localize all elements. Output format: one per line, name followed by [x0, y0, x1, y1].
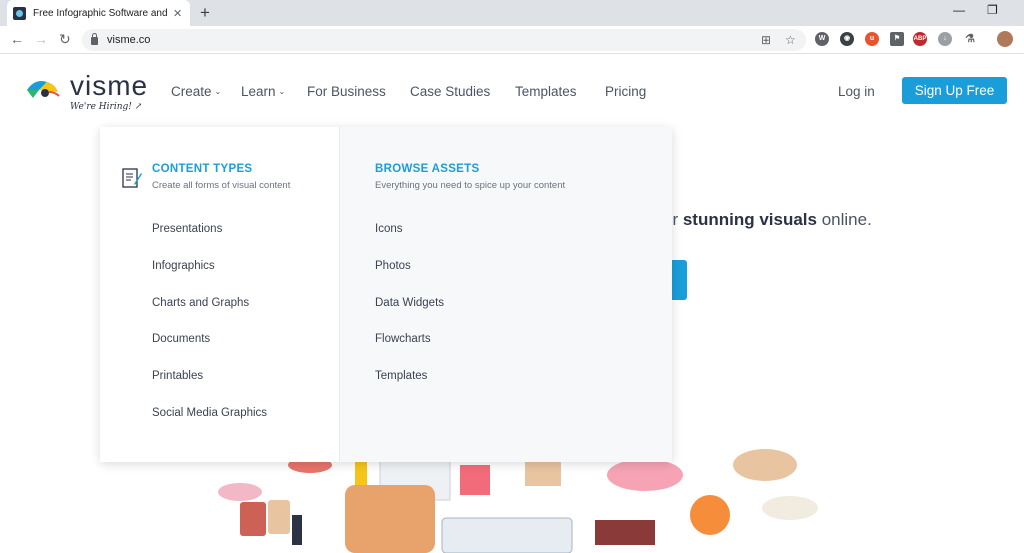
visme-logo-mark-icon [27, 81, 60, 98]
bookmark-star-icon[interactable]: ☆ [785, 33, 796, 47]
menu-item-templates[interactable]: Templates [375, 369, 444, 406]
menu-item-documents[interactable]: Documents [152, 332, 267, 369]
content-types-list: Presentations Infographics Charts and Gr… [152, 222, 267, 443]
figure-icon [292, 515, 302, 545]
nav-learn-label: Learn [241, 84, 276, 99]
browse-assets-title: BROWSE ASSETS [375, 163, 480, 175]
browser-tab[interactable]: Free Infographic Software and Pi ✕ [7, 0, 190, 26]
wordpress-extension-icon[interactable]: W [815, 32, 829, 46]
login-link[interactable]: Log in [838, 84, 875, 99]
browse-assets-list: Icons Photos Data Widgets Flowcharts Tem… [375, 222, 444, 406]
hero-text-suffix: online. [816, 210, 872, 229]
minimize-button[interactable]: — [953, 3, 965, 17]
translate-icon[interactable]: ⊞ [761, 33, 771, 47]
nav-create[interactable]: Create ⌄ [171, 84, 221, 99]
donut-icon [218, 483, 262, 501]
profile-avatar[interactable] [997, 31, 1013, 47]
content-types-title: CONTENT TYPES [152, 163, 253, 175]
tab-title: Free Infographic Software and Pi [33, 7, 167, 19]
browser-tab-bar: Free Infographic Software and Pi ✕ + — ❐ [0, 0, 1024, 26]
docs-box-icon [525, 462, 561, 486]
hero-headline: er stunning visuals online. [663, 210, 872, 230]
menu-item-icons[interactable]: Icons [375, 222, 444, 259]
glass-icon [268, 500, 290, 534]
eye-extension-icon[interactable]: ◉ [840, 32, 854, 46]
visme-favicon-icon [13, 6, 26, 20]
puzzle-extension-icon[interactable]: ⚗ [963, 32, 977, 46]
nav-case-studies[interactable]: Case Studies [410, 84, 490, 99]
create-dropdown-menu: CONTENT TYPES Create all forms of visual… [100, 127, 672, 462]
chevron-down-icon: ⌄ [214, 87, 222, 96]
lock-icon [91, 33, 98, 45]
menu-item-flowcharts[interactable]: Flowcharts [375, 332, 444, 369]
reload-button[interactable]: ↻ [59, 31, 71, 47]
content-types-subtitle: Create all forms of visual content [152, 180, 291, 191]
omnibox[interactable]: visme.co ⊞ ☆ [82, 29, 806, 51]
restore-button[interactable]: ❐ [987, 3, 998, 17]
cup-icon [240, 502, 266, 536]
download-extension-icon[interactable]: ↓ [938, 32, 952, 46]
address-bar-row: ← → ↻ visme.co ⊞ ☆ W ◉ u ⚑ ABP ↓ ⚗ [0, 26, 1024, 54]
menu-item-data-widgets[interactable]: Data Widgets [375, 296, 444, 333]
nav-for-business[interactable]: For Business [307, 84, 386, 99]
slide-card-icon [441, 517, 573, 553]
teacup-icon [762, 496, 818, 520]
browse-assets-subtitle: Everything you need to spice up your con… [375, 180, 566, 191]
tab-close-icon[interactable]: ✕ [173, 7, 182, 20]
browse-assets-column: BROWSE ASSETS Everything you need to spi… [340, 127, 672, 462]
nav-learn[interactable]: Learn ⌄ [241, 84, 285, 99]
nav-pricing[interactable]: Pricing [605, 84, 646, 99]
chocolate-icon [595, 520, 655, 545]
menu-item-charts-and-graphs[interactable]: Charts and Graphs [152, 296, 267, 333]
adblock-extension-icon[interactable]: ABP [913, 32, 927, 46]
logo-wordmark: visme [70, 70, 149, 101]
chevron-down-icon: ⌄ [278, 87, 286, 96]
menu-item-photos[interactable]: Photos [375, 259, 444, 296]
new-tab-button[interactable]: + [200, 4, 210, 21]
menu-item-presentations[interactable]: Presentations [152, 222, 267, 259]
hiring-tagline[interactable]: We're Hiring! ↗ [70, 102, 142, 112]
bread-icon [345, 485, 435, 553]
bowl-icon [733, 449, 797, 481]
hero-text-bold: stunning visuals [682, 210, 817, 229]
back-button[interactable]: ← [10, 31, 24, 47]
ublock-extension-icon[interactable]: u [865, 32, 879, 46]
nav-templates[interactable]: Templates [515, 84, 577, 99]
content-types-column: CONTENT TYPES Create all forms of visual… [100, 127, 340, 462]
menu-item-printables[interactable]: Printables [152, 369, 267, 406]
signup-button[interactable]: Sign Up Free [902, 77, 1007, 104]
orange-icon [690, 495, 730, 535]
document-edit-icon [122, 168, 142, 188]
nav-create-label: Create [171, 84, 212, 99]
cake-icon [607, 459, 683, 491]
flag-extension-icon[interactable]: ⚑ [890, 32, 904, 46]
menu-item-infographics[interactable]: Infographics [152, 259, 267, 296]
bars-icon [460, 465, 490, 495]
menu-item-social-media-graphics[interactable]: Social Media Graphics [152, 406, 267, 443]
forward-button[interactable]: → [34, 31, 48, 47]
url-text[interactable]: visme.co [107, 34, 150, 46]
site-header: visme We're Hiring! ↗ Create ⌄ Learn ⌄ For… [0, 54, 1024, 128]
